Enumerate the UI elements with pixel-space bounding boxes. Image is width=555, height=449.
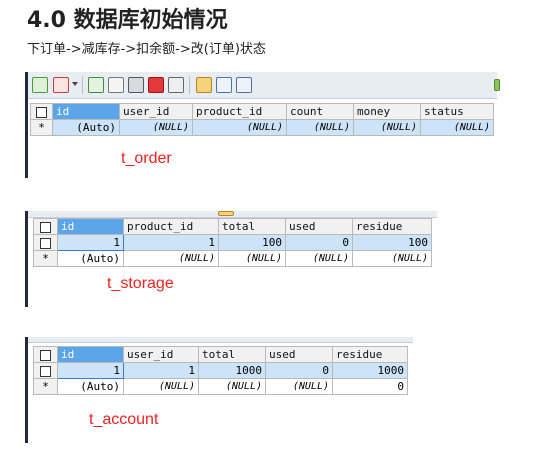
row-checkbox[interactable]	[33, 234, 58, 251]
table-cell[interactable]: 0	[332, 378, 408, 395]
table-cell[interactable]: 100	[352, 234, 432, 251]
dropdown-icon[interactable]	[72, 82, 78, 86]
trash-icon[interactable]	[148, 77, 164, 93]
table-cell[interactable]: 1000	[198, 362, 266, 379]
column-header-product-id[interactable]: product_id	[192, 103, 287, 120]
table-cell[interactable]: (NULL)	[123, 250, 219, 267]
column-header-id[interactable]: id	[57, 218, 124, 235]
table-cell[interactable]: 1	[123, 362, 199, 379]
t-account-panel: id user_id total used residue 1 1 1000 0…	[25, 337, 413, 443]
table-cell[interactable]: (NULL)	[352, 250, 432, 267]
new-record-row[interactable]: * (Auto) (NULL) (NULL) (NULL) 0	[33, 378, 408, 395]
select-all-checkbox[interactable]	[33, 218, 58, 235]
table-cell[interactable]: (Auto)	[52, 119, 120, 136]
row-indicator: *	[30, 119, 53, 136]
table-name-label: t_storage	[107, 275, 174, 292]
table-cell[interactable]: 1	[123, 234, 219, 251]
table-row[interactable]: 1 1 1000 0 1000	[33, 362, 408, 379]
row-indicator: *	[33, 250, 58, 267]
column-header-used[interactable]: used	[285, 218, 353, 235]
text-view-icon[interactable]	[236, 77, 252, 93]
add-record-icon[interactable]	[32, 77, 48, 93]
select-all-checkbox[interactable]	[33, 346, 58, 363]
t-storage-grid: id product_id total used residue 1 1 100…	[33, 218, 432, 267]
copy-icon[interactable]	[108, 77, 124, 93]
column-header-user-id[interactable]: user_id	[119, 103, 193, 120]
new-record-row[interactable]: * (Auto) (NULL) (NULL) (NULL) (NULL) (NU…	[30, 119, 494, 136]
page-description: 下订单->减库存->扣余额->改(订单)状态	[27, 42, 266, 57]
table-cell[interactable]: (NULL)	[192, 119, 287, 136]
delete-record-icon[interactable]	[53, 77, 69, 93]
table-cell[interactable]: 1	[57, 362, 124, 379]
row-indicator: *	[33, 378, 58, 395]
column-header-id[interactable]: id	[52, 103, 120, 120]
t-order-grid: id user_id product_id count money status…	[30, 103, 494, 136]
table-cell[interactable]: (NULL)	[353, 119, 421, 136]
panel-left-border	[25, 211, 28, 307]
header-row: id user_id total used residue	[33, 346, 408, 363]
t-order-panel: id user_id product_id count money status…	[25, 72, 500, 178]
save-icon[interactable]	[128, 77, 144, 93]
toolbar-separator	[189, 76, 190, 94]
table-cell[interactable]: (Auto)	[57, 250, 124, 267]
column-header-id[interactable]: id	[57, 346, 124, 363]
table-cell[interactable]: (NULL)	[286, 119, 354, 136]
page-title: 4.0 数据库初始情况	[27, 8, 228, 33]
table-name-label: t_account	[89, 411, 159, 428]
column-header-user-id[interactable]: user_id	[123, 346, 199, 363]
column-header-residue[interactable]: residue	[352, 218, 432, 235]
cancel-icon[interactable]	[168, 77, 184, 93]
toolbar-separator	[82, 76, 83, 94]
new-record-row[interactable]: * (Auto) (NULL) (NULL) (NULL) (NULL)	[33, 250, 432, 267]
column-header-product-id[interactable]: product_id	[123, 218, 219, 235]
table-cell[interactable]: (NULL)	[123, 378, 199, 395]
header-row: id product_id total used residue	[33, 218, 432, 235]
column-header-count[interactable]: count	[286, 103, 354, 120]
partial-icon[interactable]	[494, 79, 500, 91]
column-header-residue[interactable]: residue	[332, 346, 408, 363]
table-cell[interactable]: (NULL)	[198, 378, 266, 395]
table-cell[interactable]: (Auto)	[57, 378, 124, 395]
table-cell[interactable]: (NULL)	[119, 119, 193, 136]
table-row[interactable]: 1 1 100 0 100	[33, 234, 432, 251]
panel-left-border	[25, 337, 28, 443]
table-cell[interactable]: (NULL)	[218, 250, 286, 267]
table-cell[interactable]: (NULL)	[265, 378, 333, 395]
column-header-money[interactable]: money	[353, 103, 421, 120]
t-storage-panel: id product_id total used residue 1 1 100…	[25, 211, 437, 307]
table-toolbar	[28, 72, 500, 99]
table-cell[interactable]: 0	[285, 234, 353, 251]
table-cell[interactable]: 1000	[332, 362, 408, 379]
row-checkbox[interactable]	[33, 362, 58, 379]
t-account-grid: id user_id total used residue 1 1 1000 0…	[33, 346, 408, 395]
table-cell[interactable]: 1	[57, 234, 124, 251]
table-toolbar	[28, 211, 437, 218]
insert-icon[interactable]	[88, 77, 104, 93]
form-view-icon[interactable]	[216, 77, 232, 93]
header-row: id user_id product_id count money status	[30, 103, 494, 120]
column-header-total[interactable]: total	[218, 218, 286, 235]
select-all-checkbox[interactable]	[30, 103, 53, 120]
table-name-label: t_order	[121, 150, 172, 167]
table-cell[interactable]: 100	[218, 234, 286, 251]
table-cell[interactable]: (NULL)	[420, 119, 494, 136]
table-cell[interactable]: 0	[265, 362, 333, 379]
table-toolbar	[28, 337, 413, 343]
column-header-used[interactable]: used	[265, 346, 333, 363]
grid-view-icon[interactable]	[196, 77, 212, 93]
column-header-status[interactable]: status	[420, 103, 494, 120]
column-header-total[interactable]: total	[198, 346, 266, 363]
grid-view-icon	[218, 211, 234, 216]
table-cell[interactable]: (NULL)	[285, 250, 353, 267]
